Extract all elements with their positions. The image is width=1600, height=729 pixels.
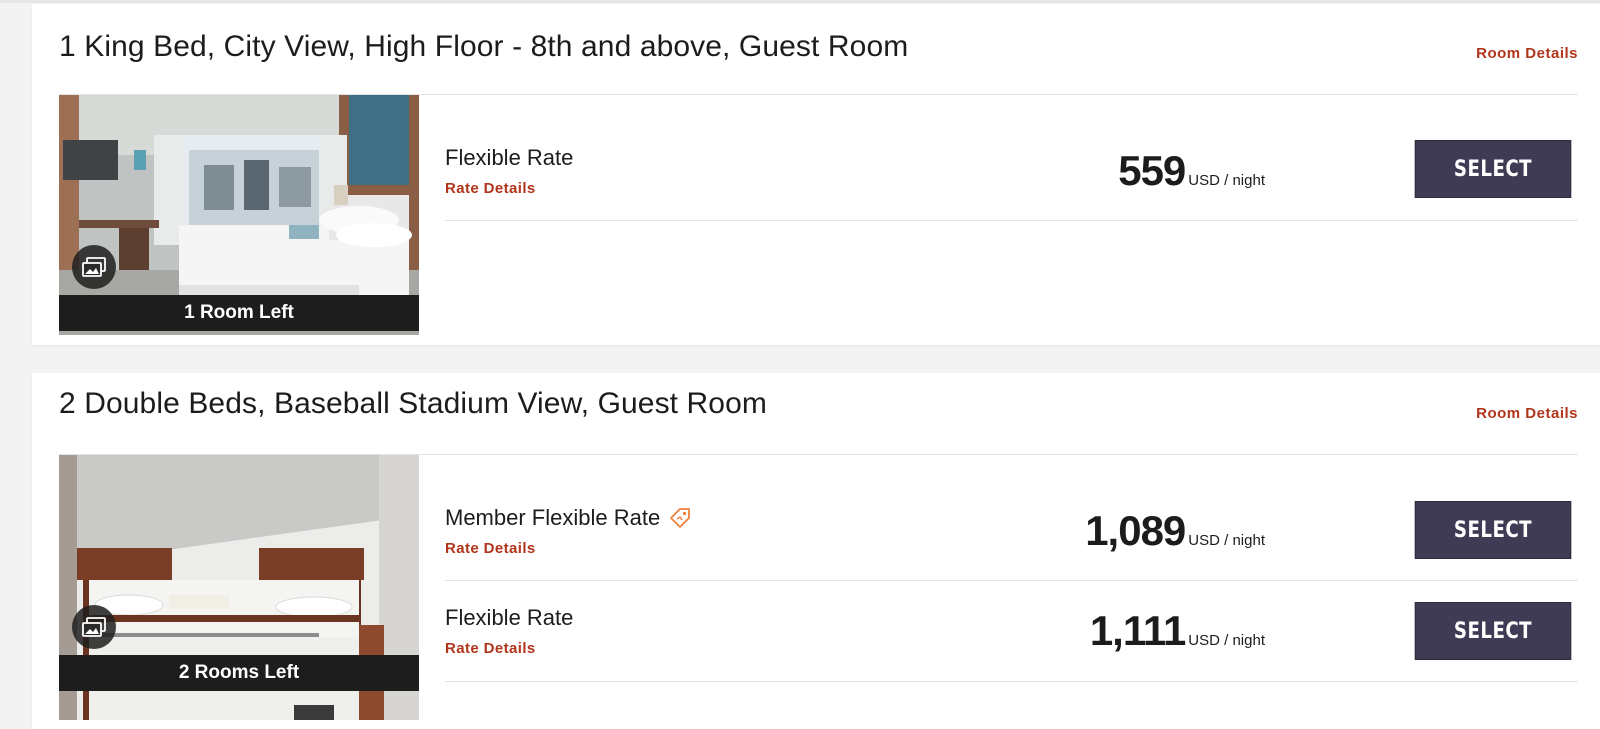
gallery-button[interactable] (72, 605, 116, 649)
select-button[interactable]: SELECT (1414, 602, 1572, 660)
rate-row: Flexible Rate Rate Details 559 USD / nig… (445, 95, 1578, 221)
price-unit: USD / night (1188, 632, 1265, 649)
rate-name: Flexible Rate (445, 605, 573, 631)
room-details-link[interactable]: Room Details (1476, 45, 1578, 62)
price: 1,111 USD / night (1090, 607, 1265, 655)
price-amount: 1,089 (1085, 507, 1186, 554)
rooms-left-banner: 1 Room Left (59, 295, 419, 331)
price: 1,089 USD / night (1085, 507, 1265, 555)
divider (445, 220, 1578, 221)
rate-row: Flexible Rate Rate Details 1,111 USD / n… (445, 581, 1578, 682)
rate-details-link[interactable]: Rate Details (445, 180, 536, 197)
room-details-link[interactable]: Room Details (1476, 405, 1578, 422)
rate-name: Member Flexible Rate (445, 505, 692, 531)
price-amount: 559 (1118, 147, 1186, 194)
rate-name: Flexible Rate (445, 145, 573, 171)
room-card-double: 2 Double Beds, Baseball Stadium View, Gu… (32, 373, 1600, 729)
rate-name-label: Member Flexible Rate (445, 505, 661, 530)
rate-details-link[interactable]: Rate Details (445, 540, 536, 557)
price-amount: 1,111 (1089, 607, 1186, 654)
select-button[interactable]: SELECT (1414, 140, 1572, 198)
price: 559 USD / night (1118, 147, 1265, 195)
room-card-king: 1 King Bed, City View, High Floor - 8th … (32, 4, 1600, 345)
photo-gallery-icon (82, 257, 106, 277)
rate-row: Member Flexible Rate Rate Details 1,089 … (445, 455, 1578, 581)
rate-name-label: Flexible Rate (445, 605, 574, 630)
room-photo[interactable]: 1 Room Left (59, 95, 419, 335)
room-title: 1 King Bed, City View, High Floor - 8th … (59, 30, 909, 63)
room-photo[interactable]: 2 Rooms Left (59, 455, 419, 720)
gallery-button[interactable] (72, 245, 116, 289)
rooms-left-banner: 2 Rooms Left (59, 655, 419, 691)
price-unit: USD / night (1188, 172, 1265, 189)
page-top-border (0, 0, 1600, 3)
price-unit: USD / night (1188, 532, 1265, 549)
member-tag-icon (670, 508, 691, 528)
photo-gallery-icon (82, 617, 106, 637)
rate-name-label: Flexible Rate (445, 145, 574, 170)
select-button[interactable]: SELECT (1414, 501, 1572, 559)
rate-details-link[interactable]: Rate Details (445, 640, 536, 657)
room-title: 2 Double Beds, Baseball Stadium View, Gu… (59, 387, 767, 420)
divider (445, 681, 1578, 682)
